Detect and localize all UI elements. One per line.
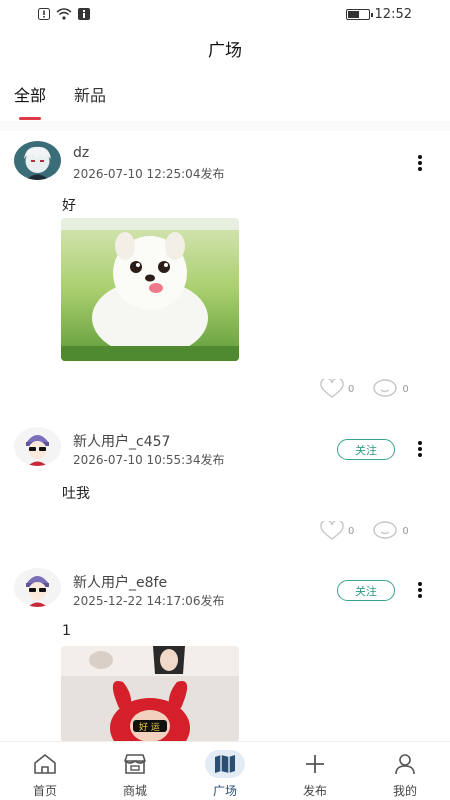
- wifi-icon: [56, 8, 72, 20]
- post-text: 好: [62, 198, 76, 214]
- heart-icon: [320, 379, 344, 398]
- comment-icon: [373, 379, 398, 397]
- avatar[interactable]: [14, 427, 61, 466]
- more-options-icon[interactable]: [416, 155, 424, 171]
- nav-square-label: 广场: [212, 784, 237, 798]
- avatar[interactable]: [14, 141, 61, 180]
- heart-icon: [320, 521, 344, 540]
- status-bar: 12:52: [0, 0, 450, 28]
- post-time: 2026-07-10 12:25:04发布: [73, 167, 225, 181]
- avatar[interactable]: [14, 568, 61, 607]
- username[interactable]: 新人用户_c457: [73, 431, 170, 451]
- bottom-nav: 首页 商城 广场 发布 我的: [0, 741, 450, 800]
- dog-image: [61, 218, 239, 361]
- post-card[interactable]: 新人用户_c457 2026-07-10 10:55:34发布 关注 吐我 0 …: [0, 427, 450, 557]
- nav-store[interactable]: 商城: [90, 742, 180, 800]
- follow-button[interactable]: 关注: [337, 580, 395, 601]
- like-count: 0: [348, 383, 355, 395]
- nav-square[interactable]: 广场: [180, 742, 270, 800]
- page-title: 广场: [208, 41, 242, 61]
- nav-publish-label: 发布: [302, 784, 327, 798]
- comment-count: 0: [402, 383, 409, 395]
- svg-text:好 运: 好 运: [139, 721, 160, 733]
- user-icon: [385, 750, 425, 778]
- post-text: 吐我: [62, 486, 90, 502]
- divider: [0, 121, 450, 131]
- plus-icon: [295, 750, 335, 778]
- home-icon: [25, 750, 65, 778]
- battery-icon: [345, 8, 373, 20]
- nav-store-label: 商城: [122, 784, 147, 798]
- comment-icon: [373, 521, 398, 539]
- tab-new-label: 新品: [74, 86, 107, 105]
- photo-image: 好 运: [61, 646, 239, 742]
- status-time: 12:52: [374, 6, 412, 22]
- tab-new[interactable]: 新品: [74, 82, 106, 112]
- status-icons-left: [38, 8, 90, 20]
- status-icons-right: 12:52: [345, 6, 412, 22]
- comment-count: 0: [402, 525, 409, 537]
- more-options-icon[interactable]: [416, 582, 424, 598]
- nav-home[interactable]: 首页: [0, 742, 90, 800]
- follow-button[interactable]: 关注: [337, 439, 395, 460]
- nav-home-label: 首页: [32, 784, 57, 798]
- store-icon: [115, 750, 155, 778]
- info-icon: [78, 8, 90, 20]
- tab-all[interactable]: 全部: [14, 82, 47, 120]
- post-card[interactable]: 新人用户_e8fe 2025-12-22 14:17:06发布 关注 1 好 运: [0, 568, 450, 742]
- post-image[interactable]: 好 运: [61, 646, 239, 742]
- username[interactable]: 新人用户_e8fe: [73, 572, 167, 592]
- more-options-icon[interactable]: [416, 441, 424, 457]
- like-button[interactable]: 0: [320, 379, 354, 399]
- map-icon: [205, 750, 245, 778]
- active-tab-indicator: [19, 117, 42, 120]
- post-actions: 0 0: [320, 521, 427, 541]
- comment-button[interactable]: 0: [372, 521, 409, 541]
- post-actions: 0 0: [320, 379, 427, 399]
- post-time: 2026-07-10 10:55:34发布: [73, 453, 225, 467]
- post-card[interactable]: dz 2026-07-10 12:25:04发布 好 0 0: [0, 141, 450, 411]
- post-text: 1: [62, 623, 71, 639]
- comment-button[interactable]: 0: [372, 379, 409, 399]
- username[interactable]: dz: [73, 145, 89, 161]
- alert-icon: [38, 8, 50, 20]
- nav-publish[interactable]: 发布: [270, 742, 360, 800]
- tab-bar: 全部 新品: [14, 82, 106, 120]
- post-image[interactable]: [61, 218, 239, 361]
- nav-profile[interactable]: 我的: [360, 742, 450, 800]
- tab-all-label: 全部: [14, 86, 47, 105]
- like-button[interactable]: 0: [320, 521, 354, 541]
- post-time: 2025-12-22 14:17:06发布: [73, 594, 225, 608]
- nav-profile-label: 我的: [392, 784, 417, 798]
- like-count: 0: [348, 525, 355, 537]
